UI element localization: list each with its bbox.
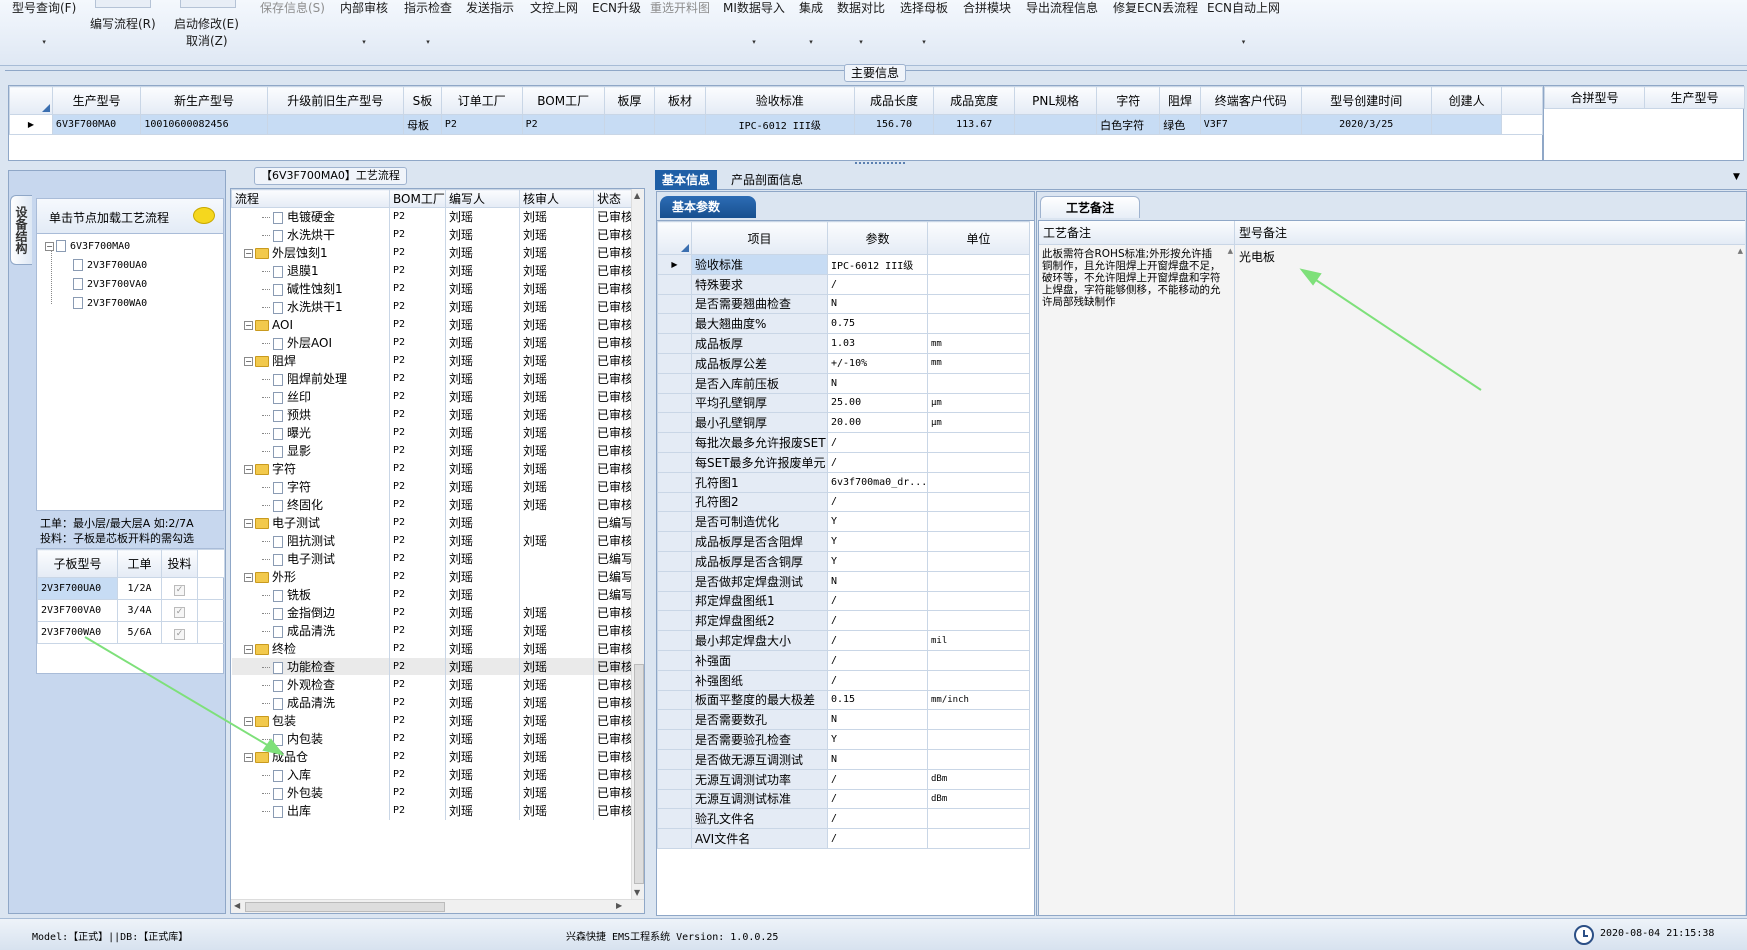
annotation-arrows: [84, 268, 1482, 756]
status-app-version: 兴森快捷 EMS工程系统 Version: 1.0.0.25: [566, 932, 779, 943]
status-datetime: 2020-08-04 21:15:38: [1600, 928, 1715, 939]
clock-icon: [1574, 925, 1594, 945]
status-model-db: Model:【正式】||DB:【正式库】: [32, 932, 189, 943]
status-bar: Model:【正式】||DB:【正式库】 兴森快捷 EMS工程系统 Versio…: [0, 918, 1747, 950]
